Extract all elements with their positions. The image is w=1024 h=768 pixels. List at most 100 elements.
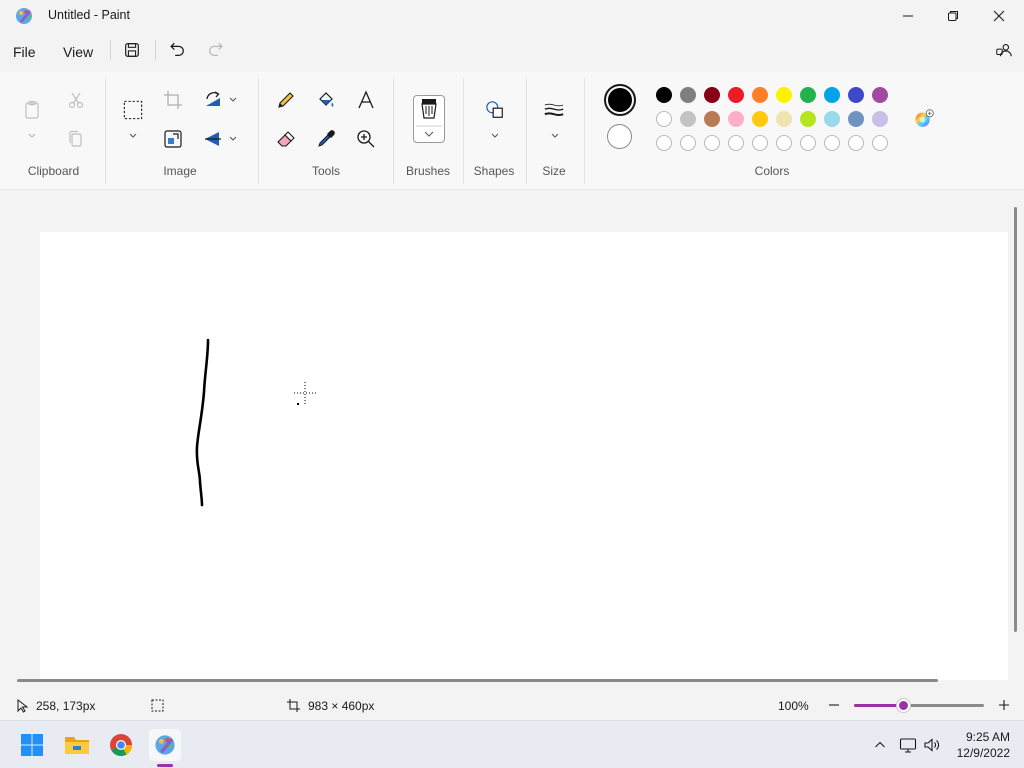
primary-color-button[interactable] [604, 84, 636, 116]
color-picker-tool[interactable] [314, 127, 338, 151]
paint-taskbar-button[interactable] [149, 729, 181, 761]
paint-app-icon [14, 6, 34, 26]
shapes-button[interactable] [483, 98, 507, 122]
eyedropper-icon [318, 130, 335, 147]
cut-button[interactable] [64, 88, 88, 112]
color-swatch[interactable] [680, 111, 696, 127]
minimize-icon [903, 15, 913, 17]
user-settings-icon [996, 44, 1012, 57]
color-swatch[interactable] [752, 87, 768, 103]
color-swatch[interactable] [776, 87, 792, 103]
color-swatch[interactable] [704, 111, 720, 127]
custom-color-slot[interactable] [872, 135, 888, 151]
redo-button[interactable] [206, 40, 226, 60]
color-swatch[interactable] [704, 87, 720, 103]
color-swatch[interactable] [728, 111, 744, 127]
ribbon-divider [393, 78, 394, 184]
folder-icon [65, 737, 89, 754]
chevron-down-icon [229, 97, 237, 102]
magnifier-tool[interactable] [354, 127, 378, 151]
minimize-button[interactable] [885, 0, 931, 32]
brushes-button[interactable] [413, 95, 445, 143]
clock-time: 9:25 AM [965, 730, 1010, 744]
color-swatch[interactable] [848, 87, 864, 103]
paste-button[interactable] [20, 98, 44, 122]
color-swatch[interactable] [824, 87, 840, 103]
zoom-in-button[interactable] [996, 696, 1012, 714]
show-hidden-icons-button[interactable] [872, 737, 888, 753]
custom-color-slot[interactable] [800, 135, 816, 151]
zoom-slider-fill [854, 704, 904, 707]
paint-bucket-icon [319, 92, 334, 107]
color-swatch[interactable] [752, 111, 768, 127]
ribbon-divider [526, 78, 527, 184]
color-swatch[interactable] [848, 111, 864, 127]
copy-button[interactable] [64, 127, 88, 151]
size-group-label: Size [542, 164, 566, 178]
color-swatch[interactable] [800, 111, 816, 127]
color-swatch[interactable] [872, 111, 888, 127]
file-explorer-button[interactable] [61, 729, 93, 761]
pencil-tool[interactable] [274, 88, 298, 112]
color-swatch[interactable] [656, 87, 672, 103]
zoom-slider[interactable] [854, 699, 984, 712]
custom-color-slot[interactable] [752, 135, 768, 151]
save-icon [125, 43, 139, 57]
ribbon-divider [584, 78, 585, 184]
zoom-out-button[interactable] [826, 696, 842, 714]
custom-color-slot[interactable] [704, 135, 720, 151]
rotate-icon [206, 91, 220, 106]
drawn-stroke [195, 338, 210, 507]
color-swatch[interactable] [800, 87, 816, 103]
rotate-button[interactable] [201, 88, 225, 112]
network-button[interactable] [899, 736, 917, 754]
chevron-down-icon [28, 133, 36, 138]
menu-view[interactable]: View [63, 44, 93, 60]
restore-button[interactable] [930, 0, 976, 32]
horizontal-scrollbar[interactable] [17, 679, 938, 682]
custom-color-slot[interactable] [824, 135, 840, 151]
account-button[interactable] [994, 40, 1014, 60]
undo-button[interactable] [167, 40, 187, 60]
color-swatch[interactable] [824, 111, 840, 127]
chrome-button[interactable] [105, 729, 137, 761]
color-swatch[interactable] [872, 87, 888, 103]
cursor-position: 258, 173px [36, 699, 96, 713]
select-button[interactable] [121, 98, 145, 122]
menu-file[interactable]: File [13, 44, 36, 60]
color-swatch[interactable] [728, 87, 744, 103]
custom-color-slot[interactable] [776, 135, 792, 151]
scissors-icon [68, 92, 84, 109]
zoom-in-icon [357, 130, 375, 148]
zoom-slider-thumb[interactable] [897, 699, 911, 712]
color-swatch[interactable] [680, 87, 696, 103]
edit-colors-button[interactable] [910, 105, 938, 133]
resize-button[interactable] [161, 127, 185, 151]
active-app-indicator [157, 764, 173, 767]
custom-color-slot[interactable] [680, 135, 696, 151]
custom-color-slot[interactable] [656, 135, 672, 151]
eraser-tool[interactable] [274, 127, 298, 151]
system-clock[interactable]: 9:25 AM 12/9/2022 [957, 729, 1010, 761]
drawing-canvas[interactable] [40, 232, 1008, 680]
image-group-label: Image [163, 164, 197, 178]
flip-button[interactable] [201, 127, 225, 151]
crop-button[interactable] [161, 88, 185, 112]
save-button[interactable] [122, 40, 142, 60]
custom-color-slot[interactable] [848, 135, 864, 151]
custom-color-slot[interactable] [728, 135, 744, 151]
color-swatch[interactable] [776, 111, 792, 127]
size-button[interactable] [542, 98, 566, 122]
color-swatch[interactable] [656, 111, 672, 127]
vertical-scrollbar[interactable] [1014, 207, 1017, 632]
canvas-size: 983 × 460px [308, 699, 375, 713]
secondary-color-button[interactable] [607, 124, 632, 149]
start-button[interactable] [16, 729, 48, 761]
rectangle-select-icon [123, 100, 143, 120]
paste-icon [25, 100, 39, 119]
menu-divider [155, 40, 156, 60]
volume-button[interactable] [923, 736, 941, 754]
fill-tool[interactable] [314, 88, 338, 112]
text-tool[interactable] [354, 88, 378, 112]
close-button[interactable] [976, 0, 1022, 32]
